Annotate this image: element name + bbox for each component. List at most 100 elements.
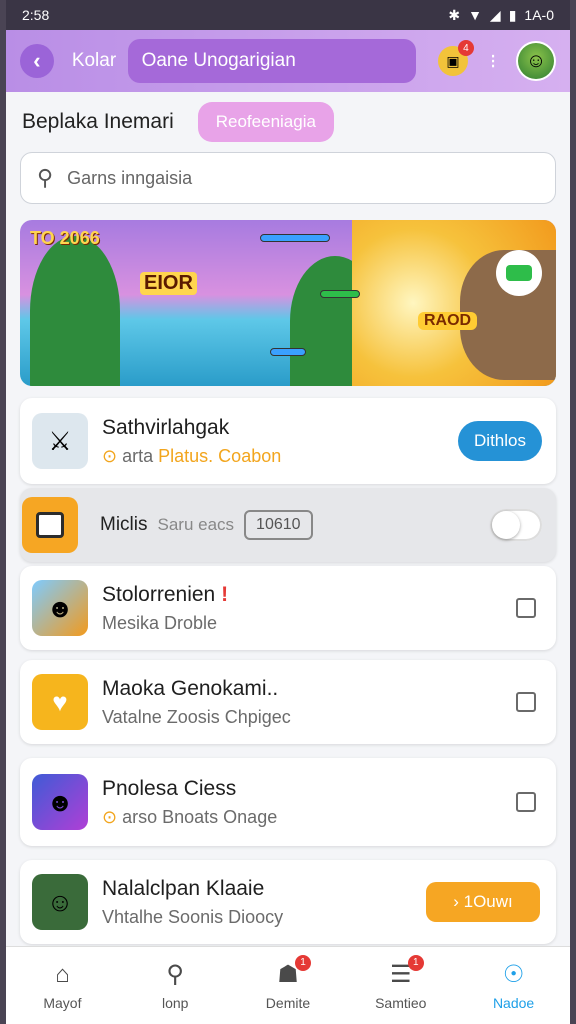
nav-label: lonp: [161, 994, 189, 1011]
profile-icon: ☉: [502, 961, 525, 988]
group-icon: ☗ 1: [273, 954, 311, 989]
list-item-title-text: Stolorrenien: [102, 582, 216, 606]
nav-item-list[interactable]: ☰ 1 Samtieo: [351, 954, 451, 1011]
alert-icon: !: [221, 582, 229, 606]
bottom-navigation: ⌂ Mayof ⚲ lonp ☗ 1 Demite ☰ 1 Samtieo ☉ Na…: [6, 946, 570, 1024]
status-bar: 2:58 ✱ ▼ ◢ ▮ 1A-0: [6, 0, 570, 30]
game-thumbnail: ☺: [32, 874, 88, 930]
nav-label: Samtieo: [375, 994, 427, 1011]
search-icon: ⚲: [166, 961, 184, 988]
game-thumbnail: ☻: [32, 774, 88, 830]
list-item-title: Nalalclpan Klaaie: [102, 876, 265, 900]
avatar[interactable]: ☺: [516, 41, 556, 81]
list-item-text: Stolorrenien ! Mesika Droble: [102, 583, 516, 634]
app-frame: 2:58 ✱ ▼ ◢ ▮ 1A-0 ‹ Kolar Oane Unogarigi…: [6, 0, 570, 1024]
nav-item-search[interactable]: ⚲ lonp: [125, 961, 225, 1011]
list-icon: ☰ 1: [386, 954, 424, 989]
list-item-subtitle-text: arso Bnoats Onage: [122, 806, 278, 827]
notification-icon: ▣: [446, 52, 460, 69]
nav-item-home[interactable]: ⌂ Mayof: [12, 961, 112, 1011]
game-thumbnail: ♥: [32, 674, 88, 730]
featured-banner[interactable]: TO 2066 EIOR RAOD: [20, 220, 556, 386]
list-item[interactable]: ☺ Nalalclpan Klaaie Vhtalhe Soonis Diooc…: [20, 860, 556, 944]
banner-subtitle: EIOR: [140, 272, 197, 295]
chevron-left-icon: ‹: [33, 48, 41, 73]
list-item-title: Pnolesa Ciess: [102, 776, 237, 800]
search-input[interactable]: ⚲ Garns inngaisia: [20, 152, 556, 204]
health-bar: [260, 234, 330, 242]
section-title: Beplaka Inemari: [22, 110, 174, 133]
list-item-subtitle: ⊙ arso Bnoats Onage: [102, 807, 516, 828]
list-item-subtitle: Mesika Droble: [102, 612, 218, 633]
section-header: Beplaka Inemari Reofeeniagia: [22, 100, 554, 144]
bluetooth-icon: ✱: [448, 6, 461, 23]
banner-badge: RAOD: [418, 312, 478, 330]
game-thumbnail: ☻: [32, 580, 88, 636]
battery-icon: ▮: [508, 6, 517, 23]
toggle-muted-text: Saru eacs: [157, 515, 235, 534]
search-placeholder: Garns inngaisia: [67, 167, 193, 188]
nav-label: Nadoe: [492, 994, 535, 1011]
character-avatar-icon: ☺: [525, 49, 547, 72]
top-search-text: Oane Unogarigian: [141, 50, 296, 71]
list-item-checkbox[interactable]: [516, 692, 536, 712]
top-app-bar: ‹ Kolar Oane Unogarigian ▣ 4 ⁝ ☺: [6, 30, 570, 92]
nav-badge: 1: [407, 954, 424, 971]
banner-action-button[interactable]: [496, 250, 542, 296]
coin-icon: ⊙: [102, 806, 118, 827]
list-item[interactable]: ☻ Stolorrenien ! Mesika Droble: [20, 566, 556, 650]
hero-icon: ☻: [46, 592, 74, 623]
notification-button[interactable]: ▣ 4: [438, 40, 474, 76]
list-item-text: Pnolesa Ciess ⊙ arso Bnoats Onage: [102, 777, 516, 828]
back-label: Kolar: [71, 50, 117, 71]
home-icon: ⌂: [55, 960, 70, 988]
featured-subtitle: ⊙ arta Platus. Coabon: [102, 446, 458, 467]
status-right-text: 1A-0: [524, 7, 554, 23]
featured-text: Sathvirlahgak ⊙ arta Platus. Coabon: [102, 416, 458, 467]
featured-sub-highlight: Platus. Coabon: [158, 445, 282, 466]
featured-action-button[interactable]: Dithlos: [458, 421, 542, 461]
health-bar: [320, 290, 360, 298]
list-item-checkbox[interactable]: [516, 598, 536, 618]
status-icons: ✱ ▼ ◢ ▮ 1A-0: [448, 7, 554, 24]
toggle-row-icon: [22, 497, 78, 553]
list-item-action-label: 1Ouwı: [463, 892, 513, 911]
person-icon: ☺: [46, 886, 74, 917]
toggle-switch[interactable]: [490, 509, 542, 541]
heart-icon: ♥: [52, 686, 68, 717]
toggle-setting-row: Miclis Saru eacs 10610: [20, 488, 556, 562]
nav-label: Demite: [265, 994, 311, 1011]
toggle-label: Miclis: [100, 514, 148, 535]
warrior-icon: ⚔: [48, 425, 72, 456]
nav-label: Mayof: [43, 994, 82, 1011]
list-item-action-button[interactable]: › 1Ouwı: [426, 882, 540, 922]
filter-chip[interactable]: Reofeeniagia: [197, 102, 334, 142]
featured-sub-prefix: arta: [122, 445, 154, 466]
box-icon: [36, 512, 64, 538]
list-item-title: Maoka Genokami..: [102, 676, 279, 700]
toggle-code-box: 10610: [244, 510, 313, 540]
search-icon: ⚲: [37, 165, 54, 190]
list-item-title: Stolorrenien !: [102, 583, 516, 607]
top-search-pill[interactable]: Oane Unogarigian: [127, 39, 417, 83]
list-item[interactable]: ♥ Maoka Genokami.. Vatalne Zoosis Chpige…: [20, 660, 556, 744]
list-item[interactable]: ☻ Pnolesa Ciess ⊙ arso Bnoats Onage: [20, 758, 556, 846]
list-item-text: Maoka Genokami.. Vatalne Zoosis Chpigec: [102, 677, 516, 728]
list-item-text: Nalalclpan Klaaie Vhtalhe Soonis Dioocy: [102, 877, 426, 928]
chevron-right-icon: ›: [453, 892, 464, 911]
nav-badge: 1: [294, 954, 311, 971]
more-options-icon[interactable]: ⁝: [490, 49, 496, 74]
back-button[interactable]: ‹: [20, 44, 54, 78]
signal-icon: ◢: [489, 6, 501, 23]
notification-badge: 4: [457, 40, 474, 56]
game-thumbnail: ⚔: [32, 413, 88, 469]
health-bar: [270, 348, 306, 356]
coin-icon: ⊙: [102, 445, 118, 466]
list-item-subtitle: Vhtalhe Soonis Dioocy: [102, 906, 284, 927]
featured-game-card[interactable]: ⚔ Sathvirlahgak ⊙ arta Platus. Coabon Di…: [20, 398, 556, 484]
nav-item-group[interactable]: ☗ 1 Demite: [238, 954, 338, 1011]
nav-item-profile[interactable]: ☉ Nadoe: [464, 961, 564, 1011]
wifi-icon: ▼: [468, 7, 482, 23]
gamepad-icon: [506, 265, 532, 281]
list-item-checkbox[interactable]: [516, 792, 536, 812]
